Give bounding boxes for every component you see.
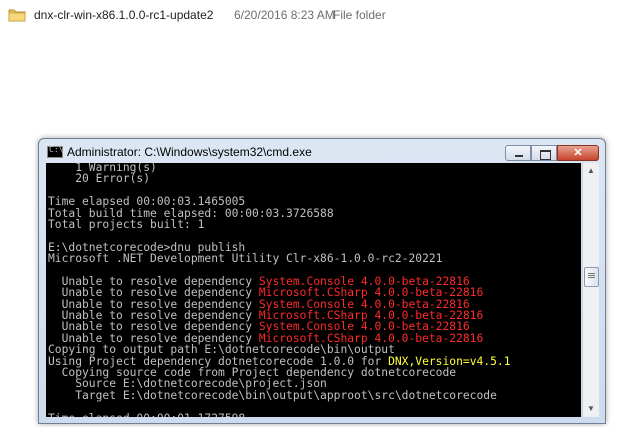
console-text: Total projects built: 1 [48, 217, 205, 231]
console-line: Target E:\dotnetcorecode\bin\output\appr… [48, 390, 511, 401]
window-titlebar[interactable]: C:\ Administrator: C:\Windows\system32\c… [39, 139, 605, 163]
console-line: 20 Error(s) [48, 173, 511, 184]
scroll-thumb[interactable] [584, 267, 599, 287]
window-controls: ✕ [505, 145, 599, 161]
file-name[interactable]: dnx-clr-win-x86.1.0.0-rc1-update2 [34, 8, 213, 22]
console-text: Time elapsed 00:00:01.1727598 [48, 412, 245, 417]
close-icon: ✕ [573, 147, 583, 159]
folder-icon [8, 9, 26, 22]
console-line: Microsoft .NET Development Utility Clr-x… [48, 253, 511, 264]
scroll-up-icon[interactable]: ▲ [583, 163, 599, 179]
console-line: Total projects built: 1 [48, 219, 511, 230]
explorer-file-row[interactable]: dnx-clr-win-x86.1.0.0-rc1-update2 6/20/2… [0, 0, 628, 30]
vertical-scrollbar[interactable]: ▲ ▼ [582, 163, 599, 417]
restore-icon [532, 146, 556, 160]
console-line: Time elapsed 00:00:01.1727598 [48, 412, 511, 417]
console-text: Microsoft .NET Development Utility Clr-x… [48, 252, 443, 266]
minimize-button[interactable] [505, 145, 531, 161]
minimize-icon [506, 146, 530, 160]
cmd-icon[interactable]: C:\ [47, 145, 63, 158]
window-title: Administrator: C:\Windows\system32\cmd.e… [67, 145, 312, 159]
console-lines: 1 Warning(s) 20 Error(s) Time elapsed 00:… [48, 163, 511, 417]
console-text: Target E:\dotnetcorecode\bin\output\appr… [48, 388, 497, 402]
file-date-modified: 6/20/2016 8:23 AM [234, 8, 335, 22]
console-output[interactable]: 1 Warning(s) 20 Error(s) Time elapsed 00:… [46, 163, 581, 417]
restore-button[interactable] [531, 145, 557, 161]
close-button[interactable]: ✕ [557, 145, 599, 161]
scroll-down-icon[interactable]: ▼ [583, 401, 599, 417]
file-type: File folder [333, 8, 386, 22]
cmd-window[interactable]: C:\ Administrator: C:\Windows\system32\c… [38, 138, 606, 424]
console-text: 20 Error(s) [48, 172, 151, 186]
